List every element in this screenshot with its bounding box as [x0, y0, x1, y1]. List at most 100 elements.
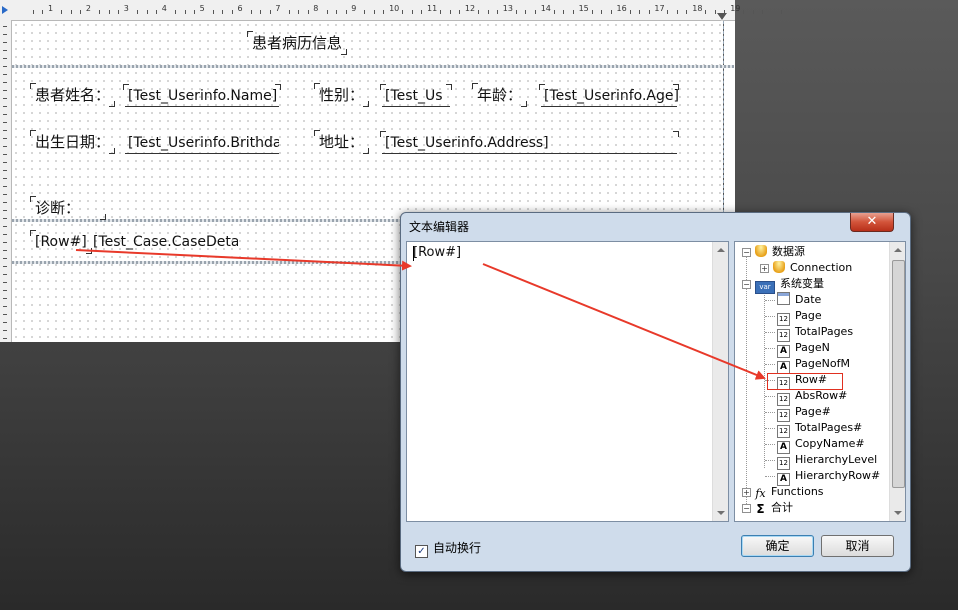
vruler-tick — [3, 98, 7, 99]
ruler-minor-tick — [260, 10, 262, 14]
age-field[interactable]: [Test_Userinfo.Age] — [539, 84, 679, 107]
tree-item-variable[interactable]: 12 HierarchyLevel — [777, 452, 878, 470]
vruler-tick — [3, 90, 7, 91]
case-detail-field[interactable]: [Test_Case.CaseDetail — [90, 232, 238, 252]
tree-item-variable[interactable]: A PageNofM — [777, 356, 850, 374]
birth-field[interactable]: [Test_Userinfo.Brithda — [125, 133, 279, 154]
expand-connection-icon[interactable]: + — [760, 264, 769, 273]
tree-item-variable[interactable]: 12 TotalPages# — [777, 420, 862, 438]
tree-item-variable[interactable]: A HierarchyRow# — [777, 468, 880, 486]
vruler-tick — [3, 58, 7, 59]
ruler-minor-tick — [137, 10, 139, 14]
row-number-field[interactable]: [Row#] — [30, 230, 92, 254]
vruler-tick — [3, 282, 7, 283]
ruler-minor-tick — [411, 10, 413, 14]
ruler-minor-tick — [714, 10, 716, 14]
tree-item-variable[interactable]: A CopyName# — [777, 436, 865, 454]
ok-button[interactable]: 确定 — [741, 535, 814, 557]
collapse-datasource-icon[interactable]: − — [742, 248, 751, 257]
close-button[interactable]: ✕ — [850, 213, 894, 232]
tree-item-label: TotalPages — [795, 325, 854, 338]
ruler-tick-label: 17 — [654, 4, 665, 13]
ruler-minor-tick — [175, 10, 177, 14]
scroll-up-icon[interactable] — [894, 248, 902, 252]
vruler-tick — [3, 186, 7, 187]
tree-item-variable[interactable]: 12 Page — [777, 308, 822, 326]
gender-label[interactable]: 性别： — [314, 83, 370, 107]
tree-scrollbar[interactable] — [889, 242, 905, 521]
ruler-minor-tick — [572, 10, 574, 14]
diagnosis-label[interactable]: 诊断： — [30, 196, 106, 220]
vruler-tick — [3, 26, 7, 27]
scroll-up-icon[interactable] — [717, 248, 725, 252]
band-separator[interactable] — [12, 65, 734, 68]
expression-editor[interactable]: [Row#] — [406, 241, 729, 522]
tree-item-label: CopyName# — [795, 437, 865, 450]
age-label[interactable]: 年龄： — [472, 83, 528, 107]
ruler-minor-tick — [440, 10, 442, 14]
gender-field[interactable]: [Test_Us — [380, 84, 452, 107]
tree-node-connection[interactable]: Connection — [773, 260, 852, 276]
ruler-minor-tick — [591, 10, 593, 14]
vruler-tick — [3, 138, 7, 139]
vruler-tick — [3, 274, 7, 275]
name-label[interactable]: 患者姓名： — [30, 83, 116, 107]
editor-scrollbar[interactable] — [712, 242, 728, 521]
vruler-tick — [3, 306, 7, 307]
tree-item-variable[interactable]: 12 TotalPages — [777, 324, 854, 342]
ruler-minor-tick — [373, 10, 375, 14]
ruler-minor-tick — [610, 10, 612, 14]
scroll-down-icon[interactable] — [717, 511, 725, 515]
tree-node-system-variables[interactable]: var 系统变量 — [755, 276, 824, 294]
ruler-minor-tick — [676, 10, 678, 14]
tree-item-variable[interactable]: Date — [777, 292, 821, 308]
ruler-right-indent-icon[interactable] — [717, 13, 727, 21]
tree-item-label: HierarchyLevel — [795, 453, 878, 466]
tree-node-functions[interactable]: fx Functions — [755, 484, 824, 500]
ruler-left-indent-icon[interactable] — [2, 6, 8, 14]
ruler-minor-tick — [421, 10, 423, 14]
expand-functions-icon[interactable]: + — [742, 488, 751, 497]
vruler-tick — [3, 34, 7, 35]
vruler-tick — [3, 194, 7, 195]
ruler-minor-tick — [108, 10, 110, 14]
scroll-down-icon[interactable] — [894, 511, 902, 515]
collapse-totals-icon[interactable]: − — [742, 504, 751, 513]
name-field[interactable]: [Test_Userinfo.Name] — [123, 84, 281, 107]
database-icon — [773, 261, 785, 273]
ruler-minor-tick — [601, 10, 603, 14]
scroll-thumb[interactable] — [892, 260, 905, 488]
vruler-tick — [3, 178, 7, 179]
vruler-tick — [3, 322, 7, 323]
address-field[interactable]: [Test_Userinfo.Address] — [380, 131, 679, 154]
cancel-button[interactable]: 取消 — [821, 535, 894, 557]
auto-wrap-checkbox[interactable]: ✓ — [415, 545, 428, 558]
ruler-minor-tick — [629, 10, 631, 14]
vruler-tick — [3, 218, 7, 219]
variable-tree[interactable]: − 数据源 + Connection − var 系统变量 Date 12 Page 1… — [734, 241, 906, 522]
tree-item-label: PageN — [795, 341, 830, 354]
birth-label[interactable]: 出生日期： — [30, 130, 116, 154]
collapse-sysvars-icon[interactable]: − — [742, 280, 751, 289]
ruler-minor-tick — [459, 10, 461, 14]
vruler-tick — [3, 290, 7, 291]
ruler-tick-label: 14 — [540, 4, 551, 13]
report-title[interactable]: 患者病历信息 — [247, 31, 348, 55]
address-label[interactable]: 地址： — [314, 130, 370, 154]
ruler-tick-label: 7 — [275, 4, 281, 13]
ruler-minor-tick — [743, 10, 745, 14]
tree-item-variable[interactable]: 12 AbsRow# — [777, 388, 848, 406]
tree-item-label: AbsRow# — [795, 389, 848, 402]
ruler-minor-tick — [639, 10, 641, 14]
tree-item-label: Page — [795, 309, 822, 322]
auto-wrap-option[interactable]: ✓ 自动换行 — [415, 539, 481, 558]
ruler-tick-label: 18 — [692, 4, 703, 13]
tree-item-variable[interactable]: A PageN — [777, 340, 830, 358]
tree-item-variable[interactable]: 12 Page# — [777, 404, 831, 422]
ruler-tick-label: 15 — [578, 4, 589, 13]
tree-node-totals[interactable]: Σ 合计 — [755, 500, 793, 516]
expression-text: [Row#] — [413, 245, 462, 260]
tree-node-datasource[interactable]: 数据源 — [755, 244, 805, 260]
vruler-tick — [3, 146, 7, 147]
ruler-minor-tick — [563, 10, 565, 14]
